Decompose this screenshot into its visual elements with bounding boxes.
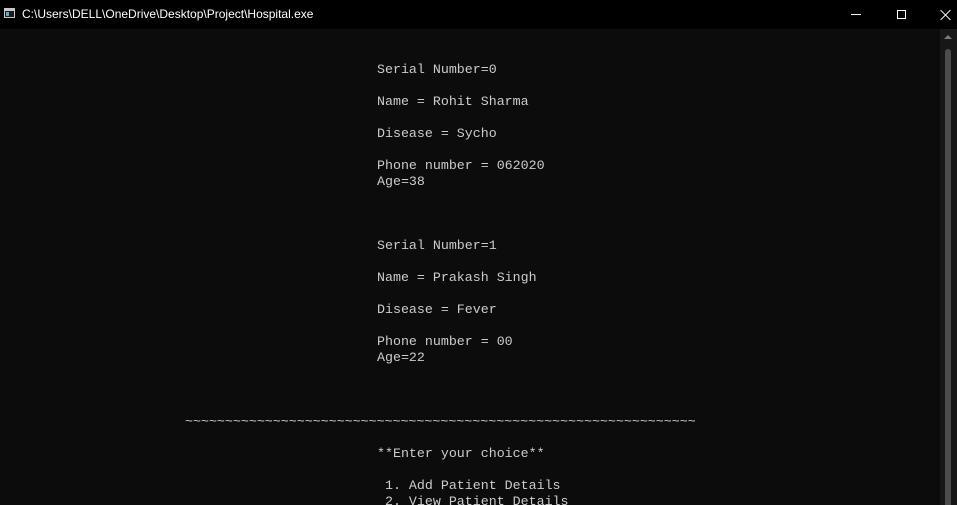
record-1-disease: Disease = Fever (377, 302, 497, 317)
scroll-up-arrow-icon[interactable] (944, 35, 952, 39)
scrollbar-thumb[interactable] (945, 49, 951, 505)
separator-line: ~~~~~~~~~~~~~~~~~~~~~~~~~~~~~~~~~~~~~~~~… (185, 414, 696, 429)
maximize-icon (896, 10, 906, 19)
record-0-disease: Disease = Sycho (377, 126, 497, 141)
minimize-button[interactable] (833, 0, 879, 29)
record-1-serial: Serial Number=1 (377, 238, 497, 253)
choice-prompt: **Enter your choice** (377, 446, 545, 461)
record-0-age: Age=38 (377, 174, 425, 189)
title-bar[interactable]: C:\Users\DELL\OneDrive\Desktop\Project\H… (0, 0, 957, 29)
close-icon (940, 9, 952, 21)
window-title: C:\Users\DELL\OneDrive\Desktop\Project\H… (22, 7, 314, 21)
vertical-scrollbar[interactable] (940, 29, 957, 505)
menu-item-view: 2. View Patient Details (377, 494, 569, 505)
console-app-icon[interactable] (4, 8, 15, 18)
console-window: C:\Users\DELL\OneDrive\Desktop\Project\H… (0, 0, 957, 505)
record-0-serial: Serial Number=0 (377, 62, 497, 77)
minimize-icon (851, 14, 861, 15)
record-0-phone: Phone number = 062020 (377, 158, 545, 173)
maximize-button[interactable] (878, 0, 924, 29)
record-1-phone: Phone number = 00 (377, 334, 513, 349)
menu-item-add: 1. Add Patient Details (377, 478, 561, 493)
record-1-age: Age=22 (377, 350, 425, 365)
record-1-name: Name = Prakash Singh (377, 270, 537, 285)
close-button[interactable] (923, 0, 957, 29)
console-output[interactable]: Serial Number=0 Name = Rohit Sharma Dise… (0, 29, 940, 505)
record-0-name: Name = Rohit Sharma (377, 94, 529, 109)
